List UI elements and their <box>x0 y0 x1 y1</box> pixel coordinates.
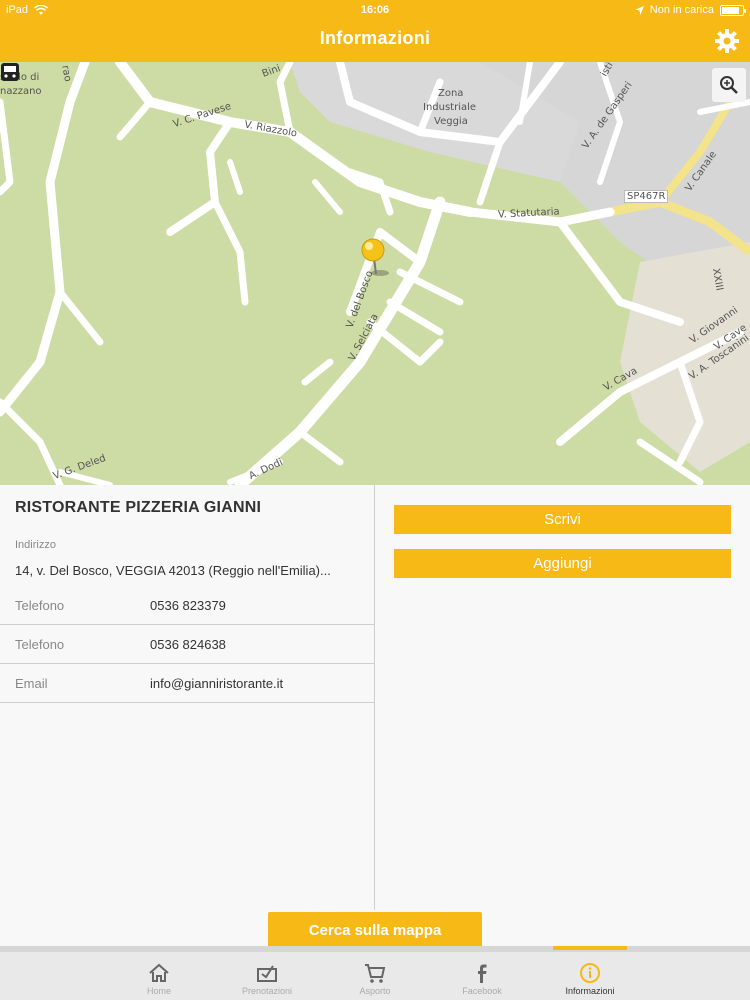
address-value[interactable]: 14, v. Del Bosco, VEGGIA 42013 (Reggio n… <box>15 563 360 578</box>
page-title: Informazioni <box>319 28 431 48</box>
tab-bar: Home Prenotazioni Asporto Facebook Infor… <box>0 946 750 1000</box>
charging-status: Non in carica <box>649 4 714 16</box>
tab-informazioni[interactable]: Informazioni <box>535 952 645 1000</box>
row-value[interactable]: 0536 824638 <box>150 637 226 652</box>
battery-icon <box>720 4 746 16</box>
location-arrow-icon <box>634 5 644 15</box>
address-label: Indirizzo <box>15 539 56 551</box>
zoom-button[interactable] <box>712 68 746 102</box>
tab-facebook[interactable]: Facebook <box>427 952 537 1000</box>
info-icon <box>580 963 600 983</box>
gear-icon[interactable] <box>714 28 740 54</box>
map-label: SP467R <box>624 190 669 203</box>
status-bar: iPad 16:06 Non in carica <box>0 0 750 22</box>
row-value[interactable]: info@gianniristorante.it <box>150 676 283 691</box>
row-value[interactable]: 0536 823379 <box>150 598 226 613</box>
tab-asporto[interactable]: Asporto <box>320 952 430 1000</box>
row-label: Telefono <box>15 637 65 652</box>
map-label: Veggia <box>434 116 468 127</box>
add-button[interactable]: Aggiungi <box>394 549 731 578</box>
restaurant-name: RISTORANTE PIZZERIA GIANNI <box>15 499 262 516</box>
reservation-icon <box>257 965 277 982</box>
tab-label: Facebook <box>462 986 502 996</box>
map-label: Industriale <box>423 102 477 113</box>
email-row[interactable]: Email info@gianniristorante.it <box>0 664 374 703</box>
panel-divider <box>374 485 375 910</box>
row-label: Email <box>15 676 48 691</box>
home-icon <box>149 963 169 982</box>
facebook-icon <box>478 964 487 983</box>
content-area: RISTORANTE PIZZERIA GIANNI Indirizzo 14,… <box>0 485 750 945</box>
map-label: Zona <box>438 88 464 99</box>
zoom-icon <box>720 76 738 94</box>
phone-row[interactable]: Telefono 0536 824638 <box>0 625 374 664</box>
phone-row[interactable]: Telefono 0536 823379 <box>0 586 374 625</box>
map-pin-icon[interactable] <box>360 238 392 278</box>
tab-label: Informazioni <box>565 986 615 996</box>
map-label: nazzano <box>0 86 42 97</box>
active-tab-indicator <box>553 946 627 950</box>
tab-label: Asporto <box>359 986 391 996</box>
search-map-button[interactable]: Cerca sulla mappa <box>268 912 482 948</box>
map-view[interactable]: stello di nazzano rao Bini Zona Industri… <box>0 62 750 485</box>
tab-label: Prenotazioni <box>241 986 293 996</box>
tab-prenotazioni[interactable]: Prenotazioni <box>212 952 322 1000</box>
top-bar: iPad 16:06 Non in carica Informazioni <box>0 0 750 62</box>
tab-home[interactable]: Home <box>104 952 214 1000</box>
cart-icon <box>365 964 386 983</box>
tab-label: Home <box>146 986 171 996</box>
write-button[interactable]: Scrivi <box>394 505 731 534</box>
info-panel: RISTORANTE PIZZERIA GIANNI Indirizzo 14,… <box>0 485 374 910</box>
bus-stop-icon[interactable] <box>0 62 20 84</box>
row-label: Telefono <box>15 598 65 613</box>
